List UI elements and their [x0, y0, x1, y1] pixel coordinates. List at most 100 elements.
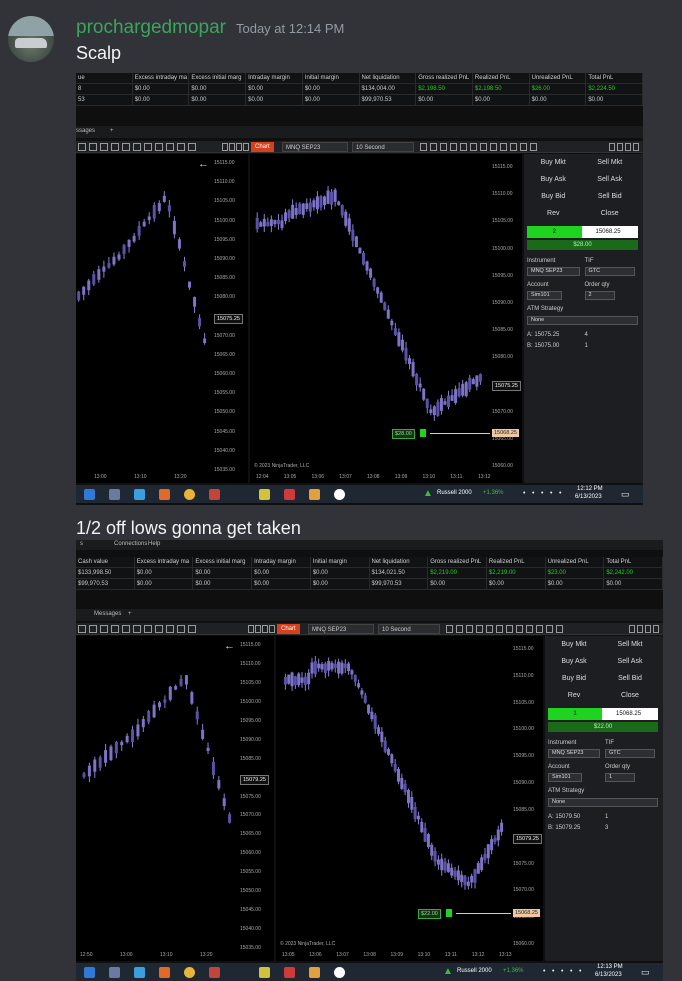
drawing-tool-icon[interactable]: [506, 625, 513, 633]
attachment-screenshot-1[interactable]: ue Excess intraday ma Excess initial marg I…: [76, 73, 643, 505]
clock-time[interactable]: 12:12 PM: [577, 486, 603, 492]
avatar[interactable]: [8, 16, 54, 62]
order-qty-input[interactable]: 1: [605, 773, 635, 782]
window-control-icon[interactable]: [625, 143, 631, 151]
chart-button[interactable]: Chart: [251, 142, 274, 152]
drawing-tool-icon[interactable]: [500, 143, 507, 151]
toolbar-tool-icon[interactable]: [78, 143, 86, 151]
drawing-tool-icon[interactable]: [476, 625, 483, 633]
app-icon[interactable]: [284, 489, 295, 500]
window-control-icon[interactable]: [637, 625, 643, 633]
drawing-tool-icon[interactable]: [526, 625, 533, 633]
sell-market-button[interactable]: Sell Mkt: [583, 156, 638, 170]
position-pnl-tag[interactable]: $28.00: [392, 429, 415, 439]
drawing-tool-icon[interactable]: [440, 143, 447, 151]
network-icon[interactable]: •: [541, 488, 543, 500]
interval-select[interactable]: 10 Second: [378, 624, 440, 634]
toolbar-tool-icon[interactable]: [111, 625, 119, 633]
tab-add-button[interactable]: +: [110, 128, 114, 134]
instrument-select[interactable]: MNQ SEP23: [282, 142, 348, 152]
column-header[interactable]: Initial margin: [303, 73, 360, 83]
drawing-tool-icon[interactable]: [496, 625, 503, 633]
sell-bid-button[interactable]: Sell Bid: [583, 190, 638, 204]
notification-icon[interactable]: ▭: [641, 966, 650, 978]
username[interactable]: prochargedmopar: [76, 17, 226, 39]
column-header[interactable]: Excess intraday ma: [135, 557, 194, 567]
drawing-tool-icon[interactable]: [486, 625, 493, 633]
mail-icon[interactable]: [84, 489, 95, 500]
drawing-tool-icon[interactable]: [490, 143, 497, 151]
column-header[interactable]: Gross realized PnL: [428, 557, 487, 567]
chrome-icon[interactable]: [184, 489, 195, 500]
left-chart-pane[interactable]: ← 15115.00 15110.00 15105.00 15100.00 15095.0…: [76, 636, 274, 961]
account-row[interactable]: 8 $0.00 $0.00 $0.00 $0.00 $134,004.00 $2,198.5…: [76, 84, 643, 95]
sell-bid-button[interactable]: Sell Bid: [603, 672, 657, 686]
drawing-tool-icon[interactable]: [480, 143, 487, 151]
drawing-tool-icon[interactable]: [430, 143, 437, 151]
attachment-screenshot-2[interactable]: s Connections Help Cash value Excess intrada…: [76, 540, 663, 981]
window-control-icon[interactable]: [243, 143, 249, 151]
buy-bid-button[interactable]: Buy Bid: [547, 672, 601, 686]
toolbar-tool-icon[interactable]: [166, 625, 174, 633]
chart-button[interactable]: Chart: [277, 624, 300, 634]
chrome-icon[interactable]: [184, 967, 195, 978]
buy-market-button[interactable]: Buy Mkt: [547, 638, 601, 652]
drawing-tool-icon[interactable]: [510, 143, 517, 151]
drawing-tool-icon[interactable]: [520, 143, 527, 151]
reverse-button[interactable]: Rev: [547, 689, 601, 703]
toolbar-tool-icon[interactable]: [177, 625, 185, 633]
column-header[interactable]: Total PnL: [586, 73, 643, 83]
toolbar-tool-icon[interactable]: [89, 625, 97, 633]
tif-select[interactable]: GTC: [605, 749, 655, 758]
column-header[interactable]: Net liquidation: [360, 73, 417, 83]
mail-icon[interactable]: [84, 967, 95, 978]
reverse-button[interactable]: Rev: [526, 207, 581, 221]
window-control-icon[interactable]: [262, 625, 268, 633]
buy-ask-button[interactable]: Buy Ask: [547, 655, 601, 669]
battery-icon[interactable]: •: [552, 966, 554, 978]
ticker-name[interactable]: Russell 2000: [437, 490, 472, 496]
app-icon[interactable]: [284, 967, 295, 978]
app-icon[interactable]: [334, 489, 345, 500]
window-control-icon[interactable]: [645, 625, 651, 633]
column-header[interactable]: Initial margin: [311, 557, 370, 567]
column-header[interactable]: Gross realized PnL: [416, 73, 473, 83]
window-control-icon[interactable]: [617, 143, 623, 151]
position-pnl-tag[interactable]: $22.00: [418, 909, 441, 919]
column-header[interactable]: Realized PnL: [487, 557, 546, 567]
toolbar-tool-icon[interactable]: [155, 625, 163, 633]
account-row[interactable]: $99,970.53 $0.00 $0.00 $0.00 $0.00 $99,970.53…: [76, 579, 663, 590]
toolbar-tool-icon[interactable]: [111, 143, 119, 151]
column-header[interactable]: Unrealized PnL: [546, 557, 605, 567]
toolbar-tool-icon[interactable]: [133, 143, 141, 151]
sell-ask-button[interactable]: Sell Ask: [583, 173, 638, 187]
menu-item[interactable]: Connections: [114, 541, 147, 547]
window-control-icon[interactable]: [222, 143, 228, 151]
drawing-tool-icon[interactable]: [470, 143, 477, 151]
position-marker[interactable]: [420, 429, 426, 437]
window-control-icon[interactable]: [236, 143, 242, 151]
tif-select[interactable]: GTC: [584, 267, 635, 276]
atm-strategy-select[interactable]: None: [548, 798, 658, 807]
order-qty-input[interactable]: 2: [584, 291, 615, 300]
toolbar-tool-icon[interactable]: [89, 143, 97, 151]
window-control-icon[interactable]: [653, 625, 659, 633]
app-icon[interactable]: [259, 489, 270, 500]
toolbar-tool-icon[interactable]: [122, 625, 130, 633]
close-button[interactable]: Close: [603, 689, 657, 703]
app-icon[interactable]: [334, 967, 345, 978]
notification-icon[interactable]: ▭: [621, 488, 630, 500]
drawing-tool-icon[interactable]: [516, 625, 523, 633]
toolbar-tool-icon[interactable]: [177, 143, 185, 151]
buy-bid-button[interactable]: Buy Bid: [526, 190, 581, 204]
column-header[interactable]: Unrealized PnL: [530, 73, 587, 83]
keyboard-icon[interactable]: •: [559, 488, 561, 500]
column-header[interactable]: Net liquidation: [370, 557, 429, 567]
explorer-icon[interactable]: [109, 967, 120, 978]
app-icon[interactable]: [309, 489, 320, 500]
window-control-icon[interactable]: [255, 625, 261, 633]
telegram-icon[interactable]: [134, 489, 145, 500]
account-select[interactable]: Sim101: [527, 291, 562, 300]
column-header[interactable]: Excess initial marg: [189, 73, 247, 83]
instrument-field[interactable]: MNQ SEP23: [548, 749, 600, 758]
